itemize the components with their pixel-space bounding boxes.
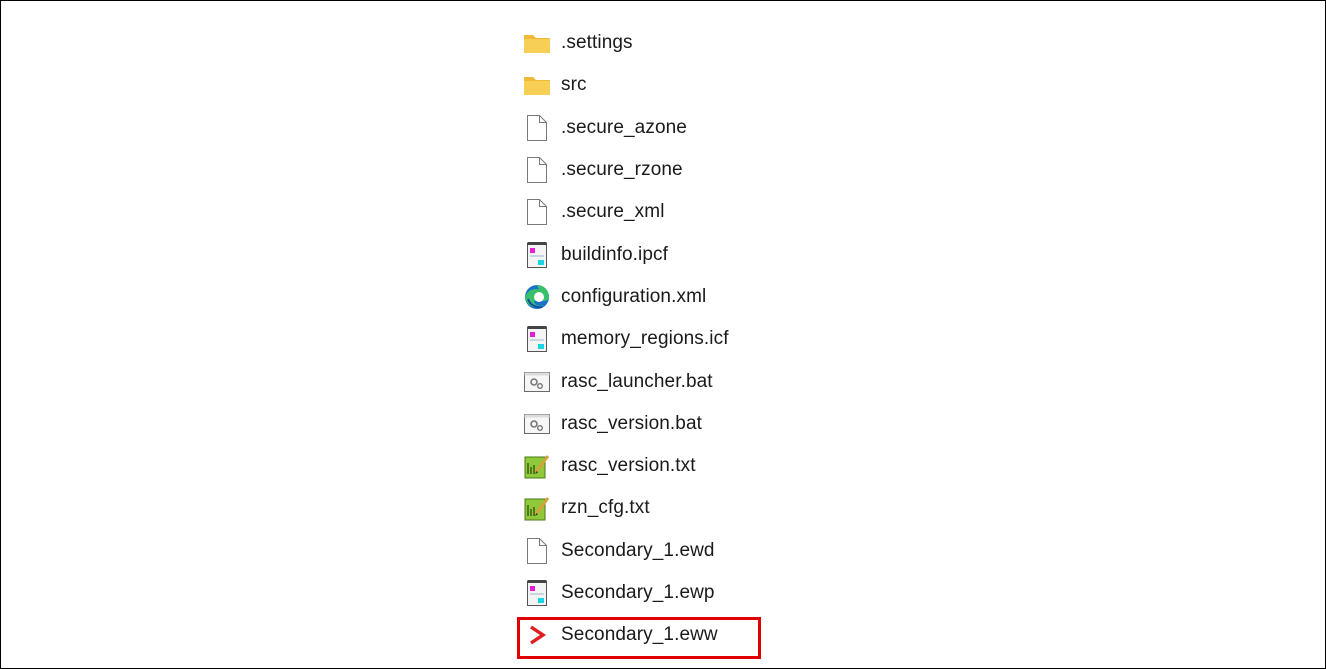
file-name: rasc_launcher.bat [561,370,713,392]
file-item-rasc-version-bat[interactable]: rasc_version.bat [520,403,729,445]
file-item-secure-xml[interactable]: .secure_xml [520,191,729,233]
file-item-secondary-ewd[interactable]: Secondary_1.ewd [520,530,729,572]
iar-workspace-icon [520,621,554,649]
screenshot-frame: .settings src .secure_azone .secure_rzon… [0,0,1326,669]
folder-icon [520,71,554,99]
file-item-memory-regions[interactable]: memory_regions.icf [520,318,729,360]
file-item-secure-rzone[interactable]: .secure_rzone [520,149,729,191]
file-name: rasc_version.txt [561,455,696,477]
file-name: .secure_xml [561,201,665,223]
file-name: Secondary_1.eww [561,624,718,646]
file-item-secure-azone[interactable]: .secure_azone [520,107,729,149]
file-name: src [561,74,587,96]
edge-browser-icon [520,283,554,311]
file-item-rasc-version-txt[interactable]: rasc_version.txt [520,445,729,487]
notepad-file-icon [520,579,554,607]
text-editor-icon [520,452,554,480]
file-item-rasc-launcher[interactable]: rasc_launcher.bat [520,360,729,402]
file-name: memory_regions.icf [561,328,729,350]
file-item-secondary-eww[interactable]: Secondary_1.eww [520,614,729,656]
notepad-file-icon [520,325,554,353]
blank-file-icon [520,198,554,226]
blank-file-icon [520,114,554,142]
file-name: buildinfo.ipcf [561,243,669,265]
file-item-secondary-ewp[interactable]: Secondary_1.ewp [520,572,729,614]
file-name: .secure_rzone [561,159,683,181]
file-item-buildinfo[interactable]: buildinfo.ipcf [520,233,729,275]
file-item-rzn-cfg[interactable]: rzn_cfg.txt [520,487,729,529]
file-name: rzn_cfg.txt [561,497,650,519]
file-name: Secondary_1.ewd [561,539,715,561]
file-item-settings[interactable]: .settings [520,22,729,64]
text-editor-icon [520,494,554,522]
file-name: Secondary_1.ewp [561,582,715,603]
file-name: configuration.xml [561,285,707,307]
file-item-configuration[interactable]: configuration.xml [520,276,729,318]
file-name: rasc_version.bat [561,412,703,434]
blank-file-icon [520,537,554,565]
file-list: .settings src .secure_azone .secure_rzon… [520,22,729,656]
notepad-file-icon [520,241,554,269]
batch-file-icon [520,368,554,396]
blank-file-icon [520,156,554,184]
batch-file-icon [520,410,554,438]
file-name: .secure_azone [561,116,687,138]
file-name: .settings [561,32,633,54]
folder-icon [520,29,554,57]
file-item-src[interactable]: src [520,64,729,106]
